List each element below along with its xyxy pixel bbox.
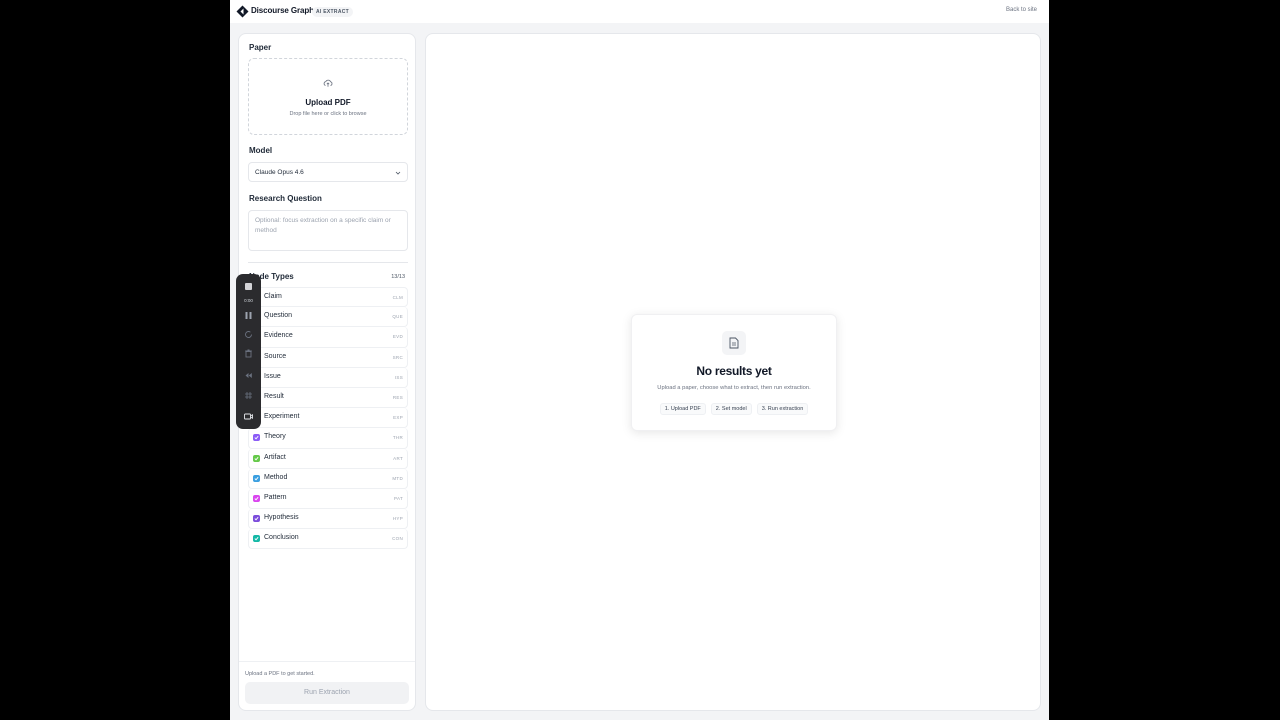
back-to-site-link[interactable]: Back to site [1006,7,1037,13]
node-type-row-result[interactable]: Result RES [248,387,408,409]
node-type-row-evidence[interactable]: Evidence EVD [248,327,408,348]
node-type-row-method[interactable]: Method MTD [248,468,408,489]
step-run-extraction: 3. Run extraction [756,403,809,415]
check-icon [254,456,259,460]
chevron-down-icon [395,171,401,175]
trash-icon[interactable] [242,347,255,360]
node-type-label: Evidence [264,332,293,340]
footer-divider [239,661,415,662]
model-section-title: Model [249,146,273,155]
node-type-list: Claim CLM Question QUE Evidence EVD Source SRC I… [248,287,408,550]
pause-icon[interactable] [242,309,255,322]
node-type-label: Theory [264,433,286,441]
top-bar: Discourse Graphs AI EXTRACT Back to site [230,0,1049,23]
node-type-label: Method [264,473,288,481]
screen-recorder-toolbar: 0:00 [236,274,261,429]
check-icon [254,537,259,541]
app-window: Discourse Graphs AI EXTRACT Back to site… [230,0,1049,720]
research-question-input[interactable]: Optional: focus extraction on a specific… [248,210,408,251]
ai-extract-badge: AI EXTRACT [312,7,353,17]
discourse-graphs-logo-icon[interactable] [236,5,249,18]
empty-state-card: No results yet Upload a paper, choose wh… [631,314,837,431]
node-type-row-issue[interactable]: Issue ISS [248,367,408,388]
document-icon [729,337,739,349]
check-icon [254,476,259,481]
stop-icon[interactable] [242,280,255,293]
restart-icon[interactable] [242,328,255,341]
upload-pdf-title: Upload PDF [305,98,351,107]
node-type-label: Hypothesis [264,514,299,522]
checkbox-artifact[interactable] [253,454,260,462]
node-type-row-claim[interactable]: Claim CLM [248,287,408,308]
node-type-label: Conclusion [264,534,299,542]
node-type-row-source[interactable]: Source SRC [248,347,408,368]
upload-pdf-hint: Drop file here or click to browse [289,111,367,117]
brand-name[interactable]: Discourse Graphs [251,6,318,15]
node-type-row-artifact[interactable]: Artifact ART [248,448,408,469]
node-type-abbr: CLM [392,295,403,300]
node-type-abbr: EXP [393,415,403,421]
node-type-label: Question [264,312,293,320]
node-type-label: Experiment [264,413,300,421]
node-type-abbr: RES [392,394,403,400]
empty-state-title: No results yet [696,364,772,378]
paper-section-title: Paper [249,43,272,52]
check-icon [254,496,259,501]
section-divider [248,262,408,263]
node-type-abbr: PAT [394,495,403,501]
node-type-abbr: CON [392,536,403,542]
checkbox-pattern[interactable] [253,494,260,502]
steps-row: 1. Upload PDF 2. Set model 3. Run extrac… [632,403,836,415]
camera-icon[interactable] [242,410,255,423]
pdf-dropzone[interactable]: Upload PDF Drop file here or click to br… [248,58,408,135]
research-question-title: Research Question [249,194,322,203]
node-type-label: Result [264,392,284,400]
node-type-row-pattern[interactable]: Pattern PAT [248,488,408,510]
check-icon [254,436,259,440]
node-type-row-theory[interactable]: Theory THR [248,428,408,449]
step-upload-pdf: 1. Upload PDF [659,403,706,415]
node-type-abbr: ISS [394,374,403,380]
node-type-label: Issue [264,372,281,380]
model-select[interactable]: Claude Opus 4.6 [248,162,408,182]
status-text: Upload a PDF to get started. [245,671,315,677]
node-types-count: 13/13 [391,274,405,280]
node-type-abbr: HYP [392,516,403,522]
node-type-row-question[interactable]: Question QUE [248,307,408,328]
check-icon [254,516,259,521]
node-type-row-hypothesis[interactable]: Hypothesis HYP [248,509,408,530]
recording-time: 0:00 [244,298,253,303]
config-panel: Paper Upload PDF Drop file here or click… [238,33,416,711]
node-type-label: Pattern [264,493,287,501]
checkbox-hypothesis[interactable] [253,515,260,523]
node-type-label: Source [264,352,287,360]
node-type-abbr: ART [393,455,403,461]
grid-icon[interactable] [242,389,255,402]
document-icon-box [722,331,746,355]
node-type-row-experiment[interactable]: Experiment EXP [248,408,408,429]
model-select-value: Claude Opus 4.6 [255,169,304,176]
results-panel: No results yet Upload a paper, choose wh… [425,33,1041,711]
node-type-abbr: QUE [392,314,403,320]
empty-state-subtitle: Upload a paper, choose what to extract, … [657,385,811,391]
step-set-model: 2. Set model [710,403,752,415]
node-type-row-conclusion[interactable]: Conclusion CON [248,529,408,550]
checkbox-method[interactable] [253,474,260,482]
rewind-icon[interactable] [242,369,255,382]
node-type-label: Artifact [264,453,286,461]
node-type-label: Claim [264,293,282,300]
checkbox-theory[interactable] [253,434,260,442]
node-type-abbr: SRC [392,354,403,360]
upload-cloud-icon [323,79,333,87]
checkbox-conclusion[interactable] [253,535,260,543]
node-type-abbr: THR [392,435,403,441]
node-type-abbr: EVD [392,334,403,340]
node-type-abbr: MTD [392,475,403,481]
run-extraction-button[interactable]: Run Extraction [245,682,409,704]
